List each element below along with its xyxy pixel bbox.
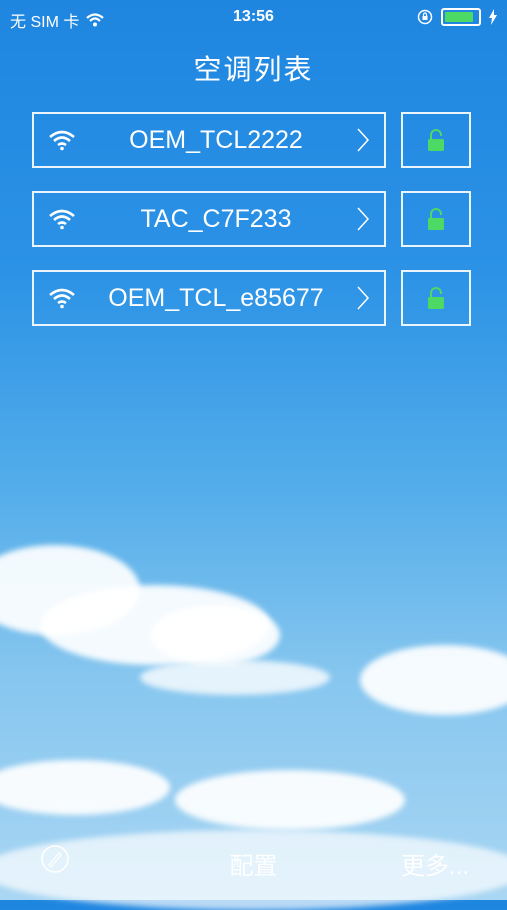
status-right (417, 8, 497, 26)
ac-list-item[interactable]: OEM_TCL_e85677 (32, 270, 386, 326)
ac-name: OEM_TCL2222 (129, 125, 303, 154)
lock-icon (428, 287, 444, 309)
wifi-icon (49, 130, 75, 151)
wifi-icon (49, 209, 75, 230)
chevron-right-icon (357, 286, 370, 310)
status-bar: 无 SIM 卡 13:56 (0, 0, 507, 36)
lock-button[interactable] (401, 270, 471, 326)
chevron-right-icon (357, 128, 370, 152)
lock-icon (428, 208, 444, 230)
chevron-right-icon (357, 207, 370, 231)
lock-button[interactable] (401, 191, 471, 247)
battery-icon (441, 8, 481, 26)
lock-button[interactable] (401, 112, 471, 168)
lock-icon (428, 129, 444, 151)
wifi-icon (49, 288, 75, 309)
charging-bolt-icon (489, 9, 497, 25)
ac-row: OEM_TCL_e85677 (32, 270, 507, 328)
ac-row: TAC_C7F233 (32, 191, 507, 249)
ac-name: OEM_TCL_e85677 (108, 283, 324, 312)
ac-list-item[interactable]: OEM_TCL2222 (32, 112, 386, 168)
orientation-lock-icon (417, 9, 433, 25)
more-button[interactable]: 更多... (401, 846, 469, 881)
bottom-bar: 配置 更多... (0, 840, 507, 880)
ac-name: TAC_C7F233 (140, 204, 292, 233)
ac-list-item[interactable]: TAC_C7F233 (32, 191, 386, 247)
page-title: 空调列表 (193, 54, 314, 85)
ac-row: OEM_TCL2222 (32, 112, 507, 170)
